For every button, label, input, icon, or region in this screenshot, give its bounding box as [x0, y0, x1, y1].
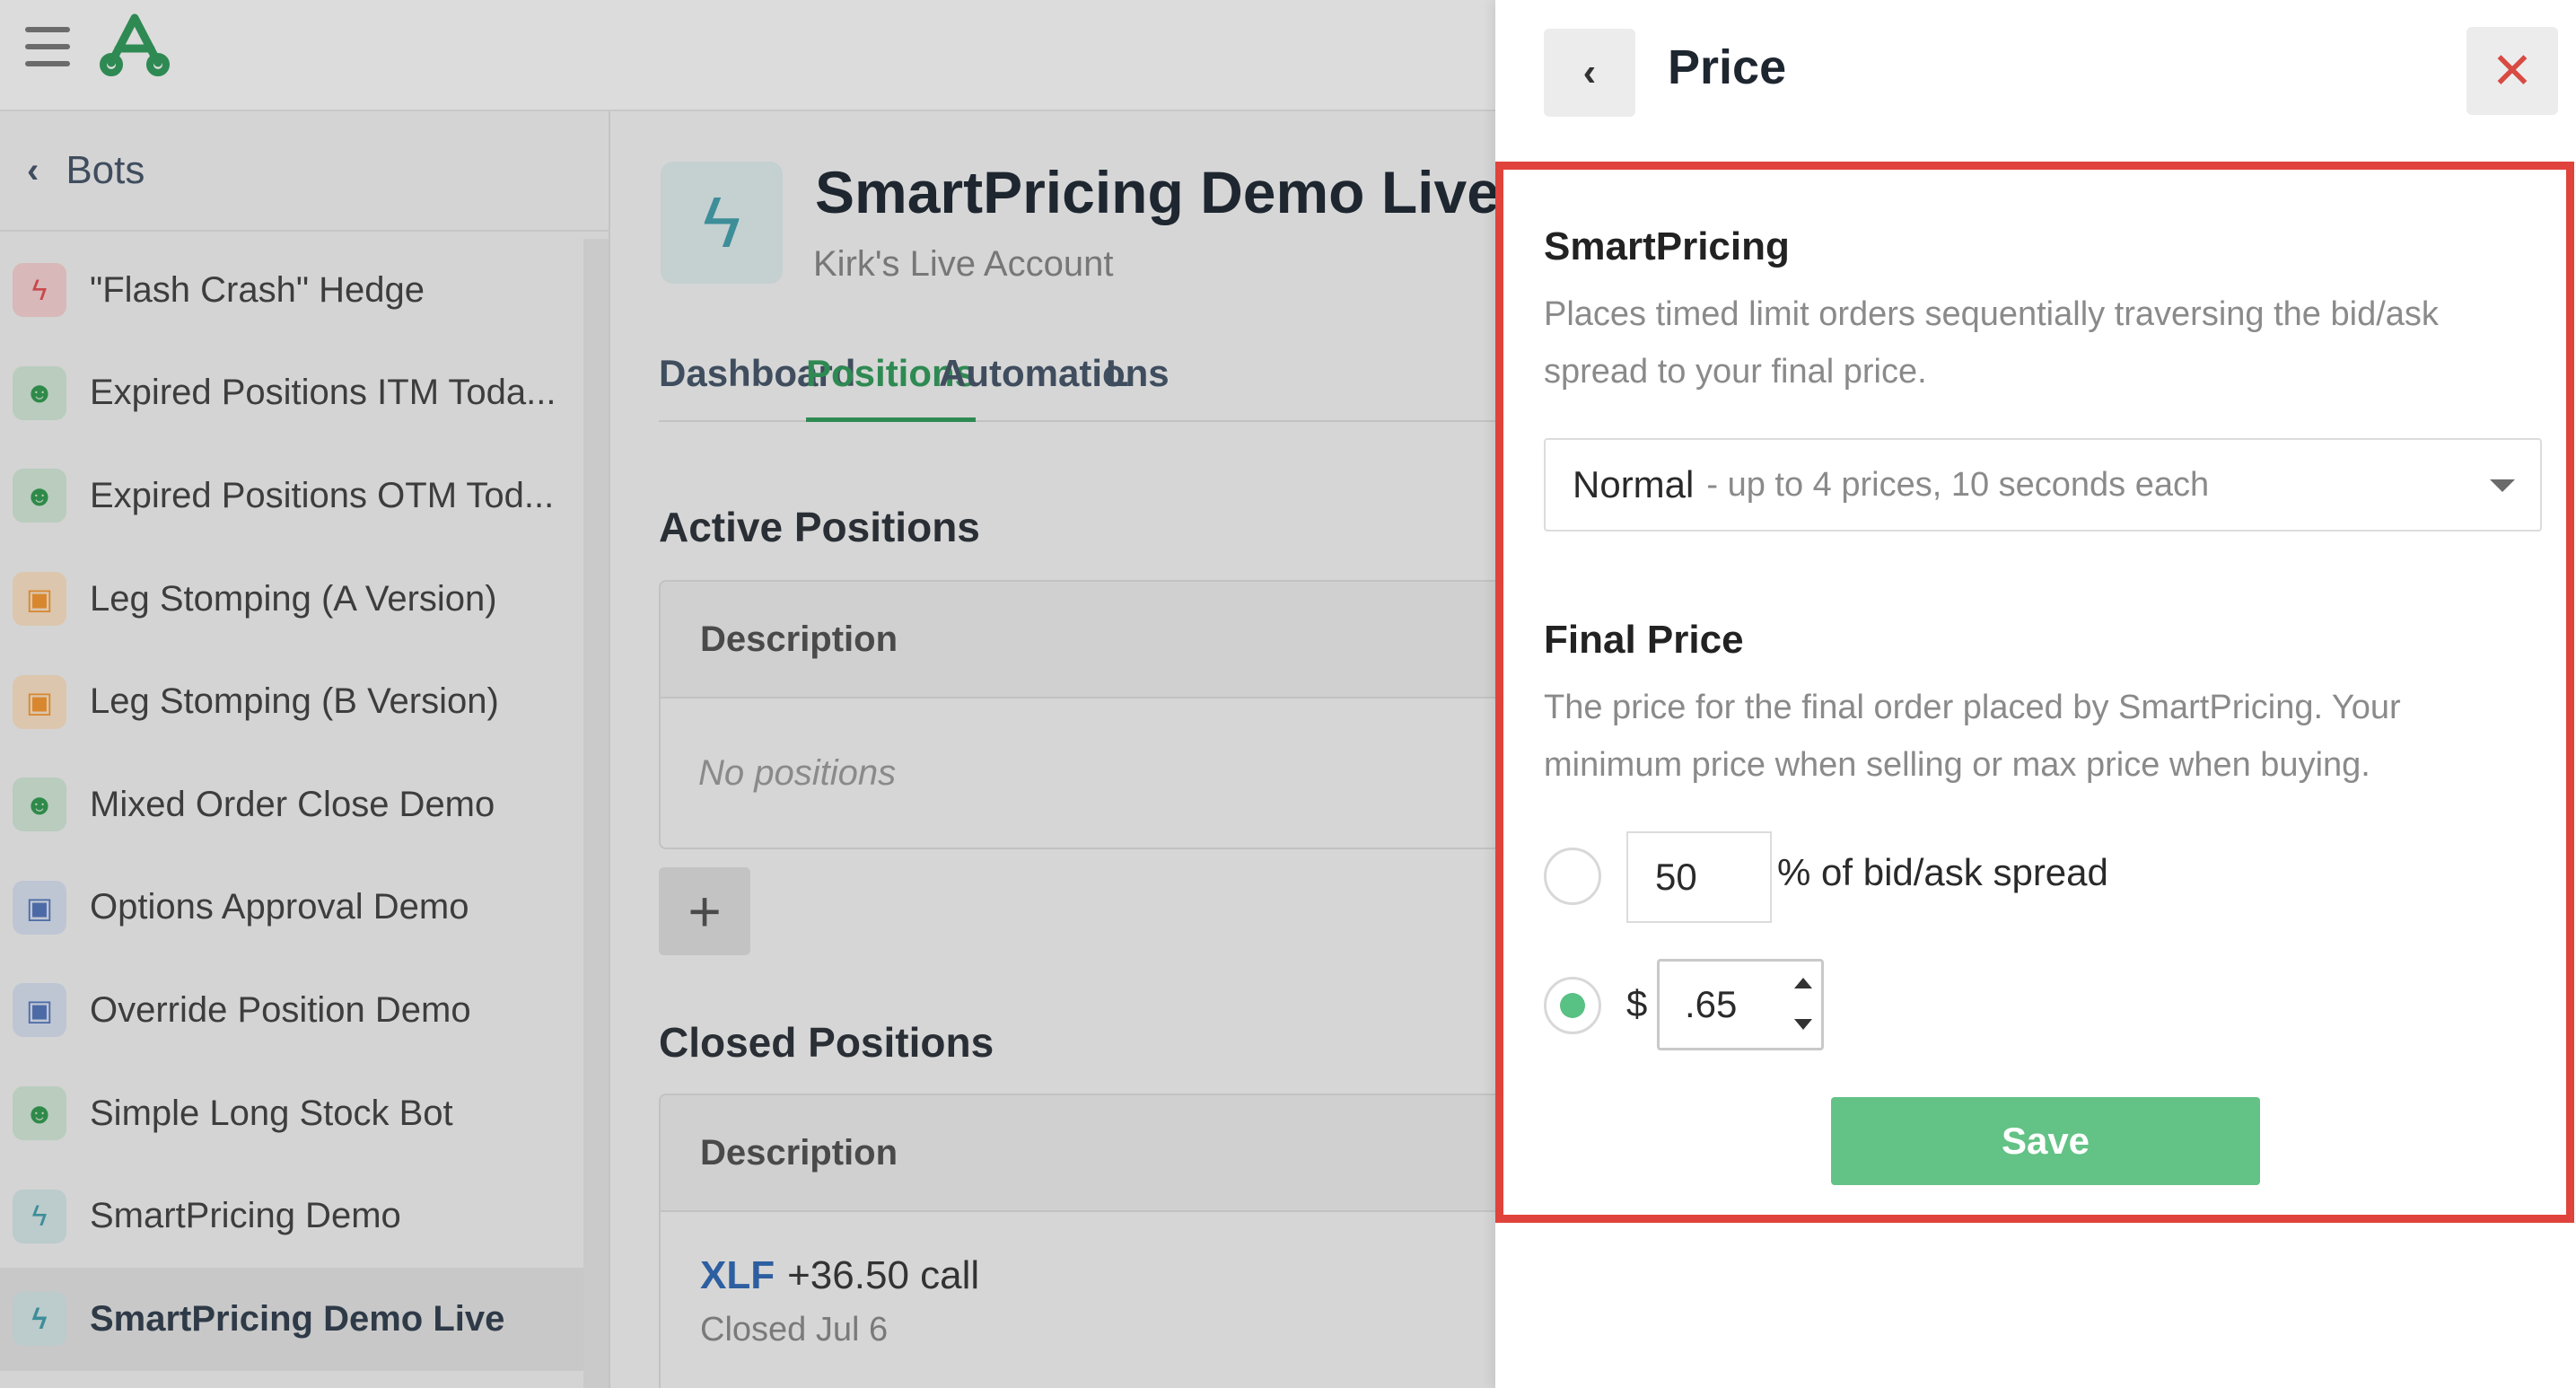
position-closed-date: Closed Jul 6 [700, 1311, 889, 1348]
empty-state: No positions [698, 752, 897, 793]
sidebar-item-label: Simple Long Stock Bot [90, 1093, 453, 1133]
sidebar-item-smartpricing-demo-live[interactable]: ϟ SmartPricing Demo Live [0, 1267, 583, 1371]
sidebar-item-expired-otm[interactable]: ☻ Expired Positions OTM Tod... [0, 444, 583, 548]
sidebar-item-label: Override Position Demo [90, 989, 471, 1030]
amount-input[interactable] [1660, 962, 1785, 1048]
increment-arrow-icon[interactable] [1794, 978, 1812, 988]
sidebar-item-expired-itm[interactable]: ☻ Expired Positions ITM Toda... [0, 342, 583, 445]
chevron-left-icon: ‹ [27, 150, 39, 190]
chevron-down-icon [2490, 479, 2515, 492]
closed-positions-heading: Closed Positions [659, 1019, 994, 1066]
sidebar-item-leg-stomping-b[interactable]: ▣ Leg Stomping (B Version) [0, 650, 583, 753]
percent-input[interactable] [1626, 831, 1772, 923]
chevron-left-icon: ‹ [1582, 50, 1597, 94]
sidebar-item-flash-crash-hedge[interactable]: ϟ "Flash Crash" Hedge [0, 239, 583, 342]
price-panel: ‹ Price ✕ SmartPricing Places timed limi… [1495, 0, 2576, 1388]
amount-stepper[interactable] [1657, 959, 1824, 1050]
sidebar-item-label: Mixed Order Close Demo [90, 784, 495, 824]
sidebar-item-label: "Flash Crash" Hedge [90, 269, 425, 310]
robot-face-icon: ☻ [13, 469, 66, 523]
percent-radio[interactable] [1544, 848, 1601, 905]
menu-icon[interactable] [25, 27, 70, 66]
table-row[interactable]: XLF +36.50 call Closed Jul 6 [661, 1212, 1495, 1388]
add-position-button[interactable]: + [659, 867, 750, 955]
bolt-icon: ϟ [13, 1189, 66, 1243]
position-symbol[interactable]: XLF [700, 1253, 775, 1297]
sidebar-item-override-position[interactable]: ▣ Override Position Demo [0, 959, 583, 1062]
account-name: Kirk's Live Account [813, 244, 1114, 284]
column-header: Description [661, 1095, 1495, 1212]
save-button[interactable]: Save [1831, 1097, 2260, 1185]
top-bar [0, 0, 1495, 111]
bot-list: ϟ "Flash Crash" Hedge ☻ Expired Position… [0, 239, 583, 1371]
page-title: SmartPricing Demo Live [815, 159, 1495, 225]
sidebar-item-label: Expired Positions OTM Tod... [90, 475, 555, 515]
active-positions-heading: Active Positions [659, 504, 980, 550]
robot-icon: ▣ [13, 880, 66, 935]
active-positions-table: Description No positions [659, 580, 1495, 849]
percent-label: % of bid/ask spread [1777, 851, 2108, 893]
sidebar-item-label: Options Approval Demo [90, 887, 469, 927]
closed-positions-table: Description XLF +36.50 call Closed Jul 6 [659, 1094, 1495, 1388]
smartpricing-title: SmartPricing [1544, 224, 1790, 268]
close-icon: ✕ [2491, 42, 2534, 99]
bolt-icon: ϟ [13, 1292, 66, 1347]
select-value: Normal [1573, 463, 1695, 505]
currency-symbol: $ [1626, 982, 1648, 1024]
robot-icon: ▣ [13, 572, 66, 627]
main-content: ϟ SmartPricing Demo Live Kirk's Live Acc… [612, 111, 1495, 1388]
sidebar-item-label: Expired Positions ITM Toda... [90, 373, 556, 413]
sidebar-item-label: SmartPricing Demo [90, 1196, 401, 1236]
column-header: Description [661, 582, 1495, 698]
tab-bar: Dashboard Positions Automations L [659, 352, 1495, 422]
sidebar-item-smartpricing-demo[interactable]: ϟ SmartPricing Demo [0, 1164, 583, 1268]
sidebar-item-label: SmartPricing Demo Live [90, 1298, 505, 1339]
panel-close-button[interactable]: ✕ [2466, 27, 2558, 115]
robot-icon: ▣ [13, 983, 66, 1038]
sidebar: ‹ Bots ϟ "Flash Crash" Hedge ☻ Expired P… [0, 111, 610, 1388]
sidebar-scrollbar[interactable] [583, 239, 609, 1388]
robot-face-icon: ☻ [13, 365, 66, 420]
final-price-title: Final Price [1544, 618, 1744, 662]
select-hint: - up to 4 prices, 10 seconds each [1706, 465, 2210, 504]
panel-title: Price [1668, 40, 1787, 94]
position-detail: +36.50 call [787, 1253, 980, 1297]
back-label: Bots [66, 148, 145, 192]
robot-icon: ▣ [13, 674, 66, 729]
sidebar-item-leg-stomping-a[interactable]: ▣ Leg Stomping (A Version) [0, 548, 583, 651]
smartpricing-description: Places timed limit orders sequentially t… [1544, 295, 2439, 391]
tab-more[interactable]: L [1106, 352, 1129, 422]
sidebar-item-label: Leg Stomping (A Version) [90, 578, 497, 619]
back-to-bots-link[interactable]: ‹ Bots [0, 111, 610, 232]
sidebar-item-simple-long-stock[interactable]: ☻ Simple Long Stock Bot [0, 1062, 583, 1165]
bolt-icon: ϟ [661, 162, 783, 284]
amount-radio[interactable] [1544, 977, 1601, 1034]
tab-automations[interactable]: Automations [939, 352, 1170, 422]
final-price-description: The price for the final order placed by … [1544, 689, 2401, 784]
sidebar-item-label: Leg Stomping (B Version) [90, 681, 499, 722]
robot-face-icon: ☻ [13, 1086, 66, 1141]
app-logo-icon[interactable] [99, 13, 171, 77]
decrement-arrow-icon[interactable] [1794, 1019, 1812, 1030]
sidebar-item-mixed-order-close[interactable]: ☻ Mixed Order Close Demo [0, 753, 583, 857]
smartpricing-mode-select[interactable]: Normal - up to 4 prices, 10 seconds each [1544, 438, 2542, 531]
sidebar-item-options-approval[interactable]: ▣ Options Approval Demo [0, 857, 583, 960]
bolt-icon: ϟ [13, 263, 66, 318]
robot-face-icon: ☻ [13, 777, 66, 832]
panel-back-button[interactable]: ‹ [1544, 29, 1635, 117]
